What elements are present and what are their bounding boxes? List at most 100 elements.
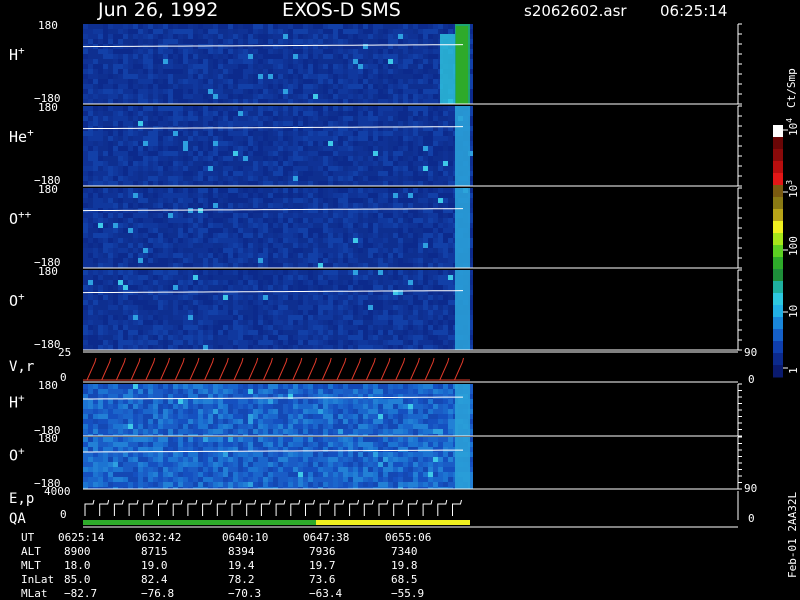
panel-1-cell bbox=[193, 146, 198, 151]
panel-2-cell bbox=[243, 258, 248, 263]
panel-3-cell bbox=[203, 280, 208, 285]
panel-1-cell bbox=[253, 171, 258, 176]
panel-1-cell bbox=[248, 171, 253, 176]
panel-0-cell bbox=[153, 59, 158, 64]
panel-3-cell bbox=[283, 285, 288, 290]
panel-3-cell bbox=[423, 270, 428, 275]
panel-0-cell bbox=[428, 79, 433, 84]
panel-0-cell bbox=[248, 94, 253, 99]
panel-1-cell bbox=[233, 156, 238, 161]
panel-0-cell bbox=[143, 39, 148, 44]
panel-1-cell bbox=[413, 171, 418, 176]
panel-2-cell bbox=[328, 253, 333, 258]
panel-3-cell bbox=[123, 335, 128, 340]
panel-2-cell bbox=[288, 223, 293, 228]
panel-1-cell bbox=[273, 171, 278, 176]
panel-0-cell bbox=[433, 64, 438, 69]
panel-1-cell bbox=[258, 156, 263, 161]
panel-1-cell bbox=[298, 141, 303, 146]
panel-1-cell bbox=[103, 141, 108, 146]
panel-1-cell bbox=[408, 146, 413, 151]
panel-2-cell bbox=[213, 228, 218, 233]
panel-0-cell bbox=[228, 44, 233, 49]
panel-2-cell bbox=[383, 263, 388, 268]
panel-3-cell bbox=[388, 275, 393, 280]
panel-1-cell bbox=[263, 131, 268, 136]
panel-3-cell bbox=[123, 280, 128, 285]
panel-1-cell bbox=[448, 111, 453, 116]
panel-0-cell bbox=[278, 89, 283, 94]
panel-3-cell bbox=[228, 310, 233, 315]
panel-3-cell bbox=[383, 345, 388, 350]
panel-1-cell bbox=[218, 106, 223, 111]
panel-3-cell bbox=[343, 335, 348, 340]
panel-2-cell bbox=[308, 223, 313, 228]
panel-3-cell bbox=[88, 345, 93, 350]
panel-0-cell bbox=[243, 59, 248, 64]
panel-1-cell bbox=[438, 106, 443, 111]
panel-2-cell bbox=[368, 253, 373, 258]
panel-2-cell bbox=[388, 253, 393, 258]
panel-3-cell bbox=[378, 315, 383, 320]
panel-0-cell bbox=[353, 39, 358, 44]
panel-1-cell bbox=[278, 151, 283, 156]
panel-3-cell bbox=[248, 270, 253, 275]
panel-3-cell bbox=[88, 305, 93, 310]
panel-0-cell bbox=[328, 29, 333, 34]
panel-3-cell bbox=[213, 310, 218, 315]
panel-3-cell bbox=[138, 340, 143, 345]
panel-2-cell bbox=[388, 243, 393, 248]
panel-2-cell bbox=[318, 238, 323, 243]
panel-1-cell bbox=[113, 116, 118, 121]
panel-1-cell bbox=[163, 141, 168, 146]
panel-0-cell bbox=[418, 24, 423, 29]
panel-2-cell bbox=[183, 218, 188, 223]
panel-1-cell bbox=[318, 166, 323, 171]
panel-2-cell bbox=[88, 193, 93, 198]
panel-0-cell bbox=[233, 89, 238, 94]
panel-1-cell bbox=[128, 136, 133, 141]
panel-1-cell bbox=[428, 141, 433, 146]
panel-2-cell bbox=[258, 188, 263, 193]
panel-2-cell bbox=[403, 213, 408, 218]
panel-3-cell bbox=[353, 320, 358, 325]
panel-1-cell bbox=[398, 171, 403, 176]
panel-0-label: H+ bbox=[9, 44, 25, 64]
panel-3-cell bbox=[203, 295, 208, 300]
panel-3-cell bbox=[318, 330, 323, 335]
panel-1-cell bbox=[433, 151, 438, 156]
panel-2-cell bbox=[323, 263, 328, 268]
panel-2-cell bbox=[148, 193, 153, 198]
panel-1-cell bbox=[198, 111, 203, 116]
panel-2-cell bbox=[433, 228, 438, 233]
panel-3-cell bbox=[153, 300, 158, 305]
panel-2-cell bbox=[333, 228, 338, 233]
panel-0-cell bbox=[298, 99, 303, 104]
panel-2-cell bbox=[398, 228, 403, 233]
panel-0-cell bbox=[418, 84, 423, 89]
panel-1-cell bbox=[393, 116, 398, 121]
panel-3-cell bbox=[208, 325, 213, 330]
panel-1-cell bbox=[248, 151, 253, 156]
panel-2-cell bbox=[103, 213, 108, 218]
panel-3-cell bbox=[288, 310, 293, 315]
panel-1-cell bbox=[83, 121, 88, 126]
panel-2-cell bbox=[308, 228, 313, 233]
panel-0-cell bbox=[113, 39, 118, 44]
panel-2-cell bbox=[408, 223, 413, 228]
panel-2-cell bbox=[303, 233, 308, 238]
panel-0-cell bbox=[278, 59, 283, 64]
panel-3-cell bbox=[268, 305, 273, 310]
panel-1-cell bbox=[238, 136, 243, 141]
panel-0-cell bbox=[288, 54, 293, 59]
panel-3-cell bbox=[333, 305, 338, 310]
panel-0-cell bbox=[93, 54, 98, 59]
panel-2-cell bbox=[293, 243, 298, 248]
panel-1-cell bbox=[398, 181, 403, 186]
panel-2-cell bbox=[188, 238, 193, 243]
panel-1-cell bbox=[408, 181, 413, 186]
panel-3-cell bbox=[218, 300, 223, 305]
panel-1-cell bbox=[193, 181, 198, 186]
panel-3-cell bbox=[348, 285, 353, 290]
panel-3-cell bbox=[273, 295, 278, 300]
